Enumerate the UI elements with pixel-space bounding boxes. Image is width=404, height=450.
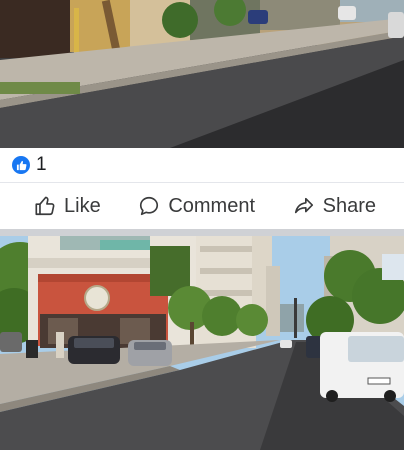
street-scene-bottom [0, 236, 404, 450]
share-arrow-icon [293, 195, 315, 217]
share-label: Share [322, 194, 376, 217]
comment-bubble-icon [138, 195, 160, 217]
reaction-count: 1 [36, 154, 47, 175]
share-button[interactable]: Share [293, 195, 376, 218]
post-photo-top[interactable] [0, 0, 404, 148]
like-reaction-icon [12, 156, 30, 174]
like-label: Like [64, 194, 101, 217]
post-actions-bar: Like Comment Share [0, 183, 404, 229]
street-scene-top [0, 0, 404, 148]
post-photo-bottom[interactable] [0, 236, 404, 450]
post-separator [0, 229, 404, 236]
comment-button[interactable]: Comment [138, 195, 255, 218]
reactions-summary[interactable]: 1 [0, 148, 404, 182]
like-button[interactable]: Like [34, 195, 101, 218]
thumbs-up-icon [34, 195, 56, 217]
comment-label: Comment [168, 194, 256, 217]
